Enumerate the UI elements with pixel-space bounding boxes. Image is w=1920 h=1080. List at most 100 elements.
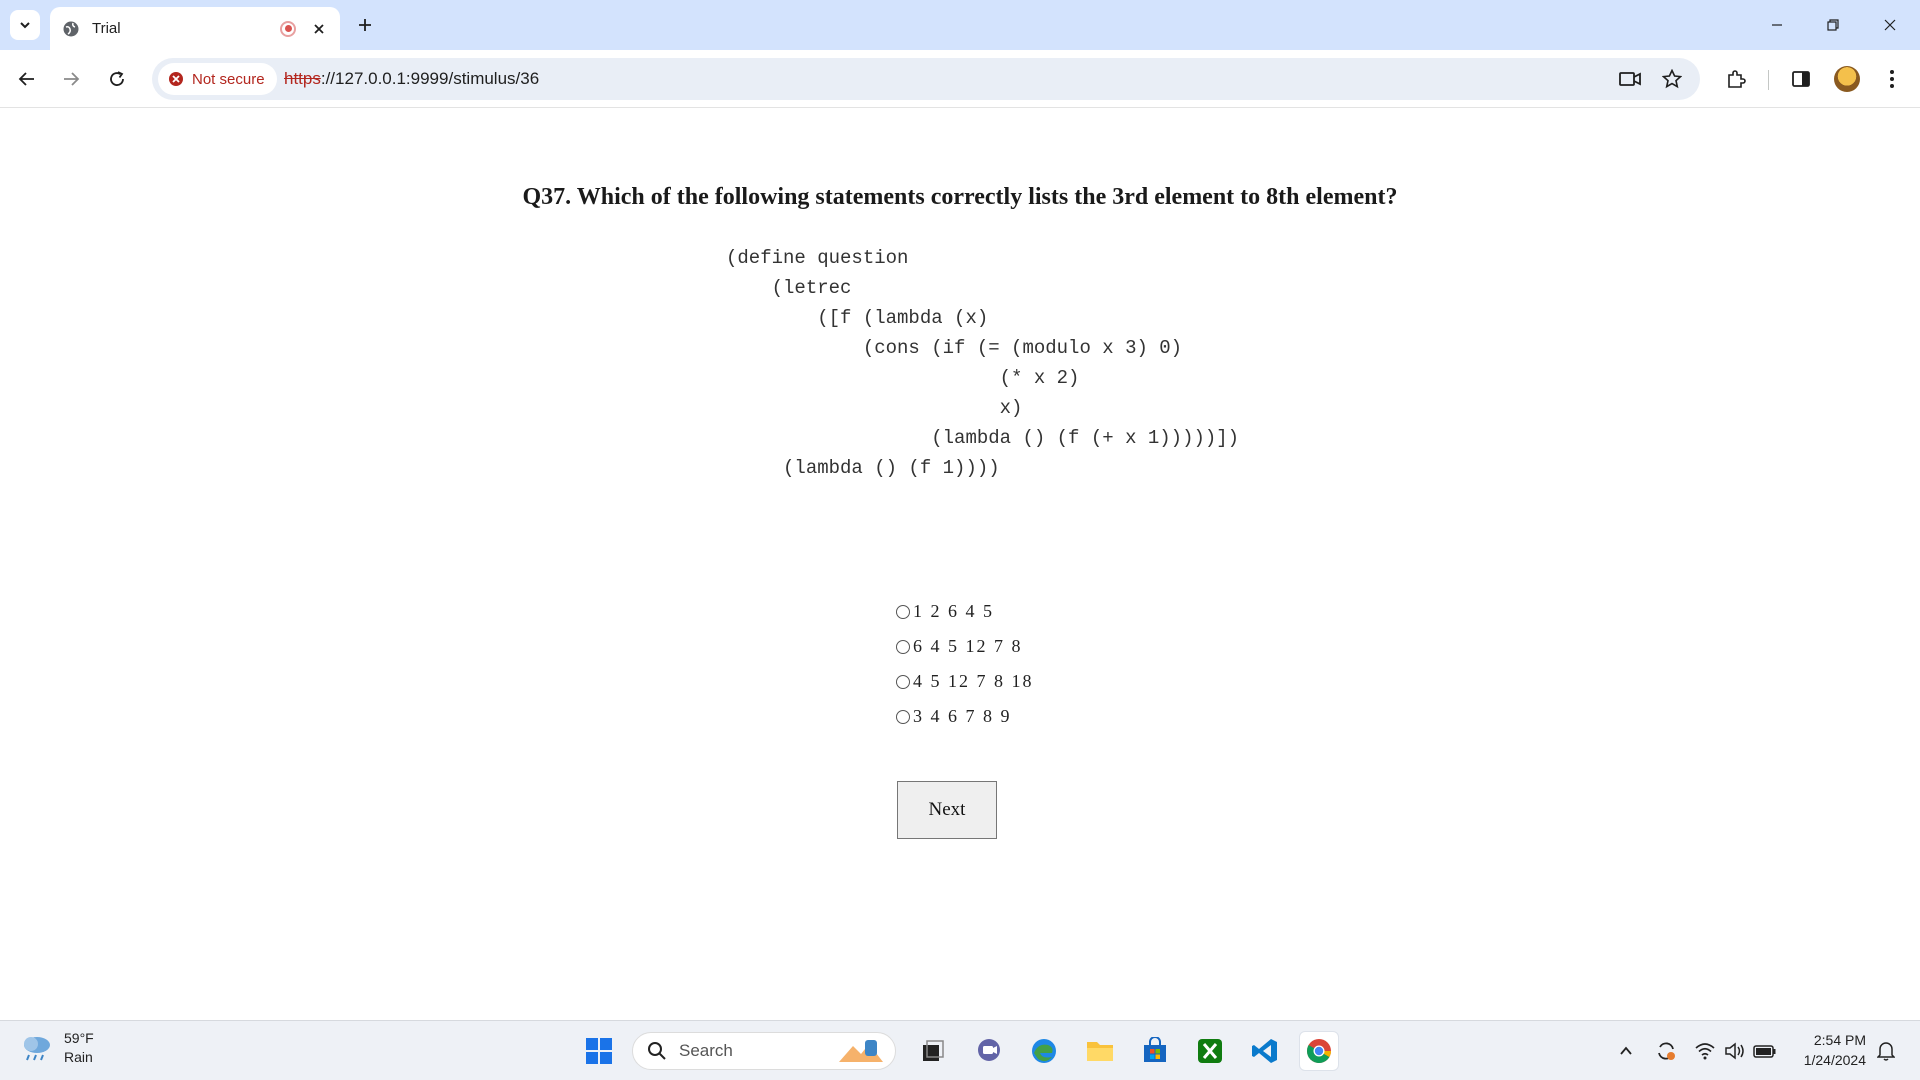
code-block: (define question (letrec ([f (lambda (x)… <box>726 243 1239 483</box>
question-title: Q37. Which of the following statements c… <box>522 184 1398 210</box>
task-view-button[interactable] <box>913 1031 953 1071</box>
bell-icon <box>1877 1042 1895 1061</box>
option-label: 3 4 6 7 8 9 <box>913 706 1012 726</box>
store-button[interactable] <box>1135 1031 1175 1071</box>
edge-button[interactable] <box>1024 1031 1064 1071</box>
code-line: (lambda () (f 1)))) <box>726 457 1000 479</box>
restore-button[interactable] <box>1818 10 1848 40</box>
vscode-button[interactable] <box>1245 1031 1285 1071</box>
chat-icon <box>978 1039 1000 1061</box>
close-tab-icon[interactable] <box>310 20 328 38</box>
security-chip[interactable]: Not secure <box>158 63 277 95</box>
tab-strip: Trial <box>0 0 1920 50</box>
start-button[interactable] <box>579 1031 619 1071</box>
option-label: 1 2 6 4 5 <box>913 601 994 621</box>
globe-icon <box>63 21 79 36</box>
camera-icon[interactable] <box>1618 67 1642 91</box>
chrome-icon <box>1307 1039 1331 1064</box>
toolbar-divider <box>1768 70 1769 90</box>
close-window-button[interactable] <box>1875 10 1905 40</box>
reload-button[interactable] <box>101 63 133 95</box>
task-view-icon <box>923 1040 944 1061</box>
browser-tab[interactable]: Trial <box>50 7 340 50</box>
chevron-down-icon <box>20 22 30 29</box>
restore-icon <box>1827 19 1839 31</box>
minimize-button[interactable] <box>1762 10 1792 40</box>
radio-button[interactable] <box>896 639 910 654</box>
warning-icon <box>169 72 183 86</box>
answer-option-1[interactable]: 1 2 6 4 5 <box>896 594 1034 629</box>
next-button[interactable]: Next <box>897 781 997 839</box>
side-panel-button[interactable] <box>1785 63 1817 95</box>
answer-option-2[interactable]: 6 4 5 12 7 8 <box>896 629 1034 664</box>
vscode-icon <box>1252 1039 1277 1063</box>
show-hidden-icons-button[interactable] <box>1614 1039 1638 1063</box>
xbox-button[interactable] <box>1190 1031 1230 1071</box>
windows-logo-icon <box>586 1038 612 1064</box>
edge-browser-icon <box>1032 1039 1056 1063</box>
puzzle-icon <box>1728 70 1746 88</box>
page-content: Q37. Which of the following statements c… <box>0 109 1920 1020</box>
taskbar-search[interactable]: Search <box>632 1032 896 1070</box>
file-explorer-button[interactable] <box>1080 1031 1120 1071</box>
bookmark-star-icon[interactable] <box>1660 67 1684 91</box>
system-clock[interactable]: 2:54 PM 1/24/2024 <box>1792 1030 1866 1070</box>
extensions-button[interactable] <box>1720 63 1752 95</box>
search-highlight-icon <box>839 1040 883 1062</box>
radio-button[interactable] <box>896 709 910 724</box>
url-text[interactable]: https://127.0.0.1:9999/stimulus/36 <box>284 69 539 89</box>
code-line: (letrec <box>726 277 852 299</box>
code-line: (define question <box>726 247 909 269</box>
clock-date: 1/24/2024 <box>1803 1052 1866 1068</box>
answer-option-3[interactable]: 4 5 12 7 8 18 <box>896 664 1034 699</box>
more-vert-icon <box>1890 70 1894 88</box>
code-line: (* x 2) <box>726 367 1080 389</box>
tab-title: Trial <box>92 20 121 37</box>
clock-time: 2:54 PM <box>1813 1032 1866 1048</box>
radio-button[interactable] <box>896 604 910 619</box>
sync-icon[interactable] <box>1654 1039 1678 1063</box>
chevron-up-icon <box>1620 1046 1632 1055</box>
volume-icon[interactable] <box>1723 1039 1747 1063</box>
option-label: 4 5 12 7 8 18 <box>913 671 1034 691</box>
profile-avatar[interactable] <box>1834 66 1860 92</box>
back-button[interactable] <box>11 63 43 95</box>
url-scheme: https <box>284 69 321 88</box>
battery-icon[interactable] <box>1753 1039 1777 1063</box>
new-tab-button[interactable] <box>352 12 378 38</box>
tab-search-button[interactable] <box>10 10 40 40</box>
weather-temperature: 59°F <box>64 1030 94 1046</box>
search-icon <box>648 1042 666 1060</box>
weather-widget[interactable]: 59°F Rain <box>20 1029 94 1067</box>
forward-button[interactable] <box>55 63 87 95</box>
code-line: (lambda () (f (+ x 1)))))]) <box>726 427 1240 449</box>
folder-icon <box>1087 1042 1113 1061</box>
answer-option-4[interactable]: 3 4 6 7 8 9 <box>896 699 1034 734</box>
wifi-icon[interactable] <box>1693 1039 1717 1063</box>
menu-button[interactable] <box>1876 63 1908 95</box>
url-path: ://127.0.0.1:9999/stimulus/36 <box>320 69 540 88</box>
xbox-icon <box>1198 1039 1222 1063</box>
store-icon <box>1144 1037 1166 1062</box>
code-line: ([f (lambda (x) <box>726 307 989 329</box>
weather-condition: Rain <box>64 1049 93 1065</box>
answer-options: 1 2 6 4 5 6 4 5 12 7 8 4 5 12 7 8 18 3 4… <box>896 594 1034 734</box>
option-label: 6 4 5 12 7 8 <box>913 636 1023 656</box>
notifications-button[interactable] <box>1874 1039 1898 1063</box>
arrow-left-icon <box>18 72 34 86</box>
minimize-icon <box>1772 24 1782 26</box>
code-line: x) <box>726 397 1023 419</box>
taskbar: 59°F Rain Search 2:54 PM 1/24/2024 <box>0 1020 1920 1080</box>
reload-icon <box>110 71 124 86</box>
recording-icon <box>280 20 296 37</box>
address-bar[interactable]: Not secure https://127.0.0.1:9999/stimul… <box>152 58 1700 100</box>
browser-toolbar: Not secure https://127.0.0.1:9999/stimul… <box>0 50 1920 108</box>
chrome-button[interactable] <box>1299 1031 1339 1071</box>
rain-cloud-icon <box>24 1037 50 1061</box>
side-panel-icon <box>1792 71 1810 87</box>
teams-chat-button[interactable] <box>969 1031 1009 1071</box>
radio-button[interactable] <box>896 674 910 689</box>
search-placeholder: Search <box>679 1041 733 1060</box>
arrow-right-icon <box>64 72 80 86</box>
close-icon <box>1884 19 1896 31</box>
